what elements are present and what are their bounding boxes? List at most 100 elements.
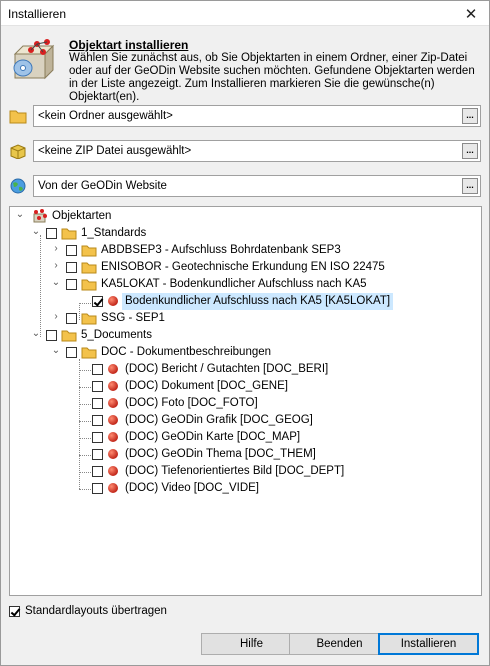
object-type-icon xyxy=(108,398,118,408)
folder-icon xyxy=(61,228,77,240)
standard-layouts-label: Standardlayouts übertragen xyxy=(25,605,167,617)
tree-node-abdbsep3[interactable]: › ABDBSEP3 - Aufschluss Bohrdatenbank SE… xyxy=(50,242,470,259)
tree-connector xyxy=(79,387,91,388)
object-type-icon xyxy=(108,449,118,459)
tree-node-doc-item[interactable]: (DOC) Foto [DOC_FOTO] xyxy=(92,395,472,412)
title-bar: Installieren ✕ xyxy=(1,1,489,26)
web-source-row: Von der GeODin Website ... xyxy=(9,175,481,197)
tree-connector xyxy=(79,421,91,422)
checkbox[interactable] xyxy=(66,313,77,324)
tree-label: ENISOBOR - Geotechnische Erkundung EN IS… xyxy=(101,261,385,273)
zip-field[interactable]: <keine ZIP Datei ausgewählt> ... xyxy=(33,140,481,162)
tree-label: KA5LOKAT - Bodenkundlicher Aufschluss na… xyxy=(101,278,367,290)
zip-source-row: <keine ZIP Datei ausgewählt> ... xyxy=(9,140,481,162)
tree-node-doc-item[interactable]: (DOC) Tiefenorientiertes Bild [DOC_DEPT] xyxy=(92,463,472,480)
tree-node-standards[interactable]: ⌄ 1_Standards xyxy=(30,225,470,242)
tree-node-ka5lokat[interactable]: ⌄ KA5LOKAT - Bodenkundlicher Aufschluss … xyxy=(50,276,470,293)
folder-icon xyxy=(81,279,97,291)
tree-node-ka5lokat-item[interactable]: Bodenkundlicher Aufschluss nach KA5 [KA5… xyxy=(92,293,472,310)
checkbox[interactable] xyxy=(66,279,77,290)
tree-connector xyxy=(79,438,91,439)
tree-node-root[interactable]: ⌄ Objektarten xyxy=(14,208,474,225)
zip-archive-icon xyxy=(10,144,26,159)
object-type-icon xyxy=(108,483,118,493)
tree-node-doc-item[interactable]: (DOC) GeODin Thema [DOC_THEM] xyxy=(92,446,472,463)
standard-layouts-checkbox[interactable] xyxy=(9,606,20,617)
help-button[interactable]: Hilfe xyxy=(201,633,302,655)
tree-node-documents[interactable]: ⌄ 5_Documents xyxy=(30,327,470,344)
collapse-chevron-icon[interactable]: ⌄ xyxy=(50,345,62,359)
cancel-button[interactable]: Beenden xyxy=(289,633,390,655)
object-type-icon xyxy=(108,466,118,476)
tree-node-doc-item[interactable]: (DOC) Bericht / Gutachten [DOC_BERI] xyxy=(92,361,472,378)
checkbox[interactable] xyxy=(92,466,103,477)
tree-label: (DOC) GeODin Karte [DOC_MAP] xyxy=(125,431,301,443)
folder-icon xyxy=(61,330,77,342)
object-type-tree[interactable]: ⌄ Objektarten ⌄ 1_Standards › ABDBSEP3 -… xyxy=(9,206,482,596)
tree-label: (DOC) Dokument [DOC_GENE] xyxy=(125,380,288,392)
expand-chevron-icon[interactable]: › xyxy=(50,260,62,274)
object-type-icon xyxy=(108,415,118,425)
checkbox[interactable] xyxy=(46,228,57,239)
tree-label: (DOC) Foto [DOC_FOTO] xyxy=(125,397,258,409)
checkbox[interactable] xyxy=(92,432,103,443)
tree-label: (DOC) Bericht / Gutachten [DOC_BERI] xyxy=(125,363,329,375)
tree-label: (DOC) Tiefenorientiertes Bild [DOC_DEPT] xyxy=(125,465,345,477)
collapse-chevron-icon[interactable]: ⌄ xyxy=(50,277,62,291)
header-title: Objektart installieren xyxy=(69,38,189,52)
tree-connector xyxy=(79,370,91,371)
expand-chevron-icon[interactable]: › xyxy=(50,243,62,257)
checkbox[interactable] xyxy=(92,364,103,375)
collapse-chevron-icon[interactable]: ⌄ xyxy=(30,328,42,342)
checkbox[interactable] xyxy=(92,398,103,409)
zip-browse-button[interactable]: ... xyxy=(462,143,478,159)
tree-node-doc[interactable]: ⌄ DOC - Dokumentbeschreibungen xyxy=(50,344,470,361)
object-type-icon xyxy=(108,381,118,391)
tree-node-ssg[interactable]: › SSG - SEP1 xyxy=(50,310,470,327)
tree-connector xyxy=(79,489,91,490)
tree-label: 1_Standards xyxy=(81,227,147,239)
tree-node-doc-item[interactable]: (DOC) GeODin Grafik [DOC_GEOG] xyxy=(92,412,472,429)
tree-connector xyxy=(79,472,91,473)
folder-icon xyxy=(81,347,97,359)
install-button[interactable]: Installieren xyxy=(378,633,479,655)
web-field-value: Von der GeODin Website xyxy=(38,180,167,192)
tree-connector xyxy=(79,404,91,405)
expand-chevron-icon[interactable]: › xyxy=(50,311,62,325)
tree-label-selected: Bodenkundlicher Aufschluss nach KA5 [KA5… xyxy=(122,293,394,310)
folder-browse-button[interactable]: ... xyxy=(462,108,478,124)
tree-connector xyxy=(79,303,91,304)
collapse-chevron-icon[interactable]: ⌄ xyxy=(30,226,42,240)
object-type-icon xyxy=(108,296,118,306)
tree-node-enisobor[interactable]: › ENISOBOR - Geotechnische Erkundung EN … xyxy=(50,259,470,276)
header-description: Wählen Sie zunächst aus, ob Sie Objektar… xyxy=(69,52,475,103)
checkbox[interactable] xyxy=(66,245,77,256)
tree-label: Objektarten xyxy=(52,210,112,222)
tree-node-doc-item[interactable]: (DOC) Dokument [DOC_GENE] xyxy=(92,378,472,395)
globe-icon xyxy=(10,178,26,194)
web-field[interactable]: Von der GeODin Website ... xyxy=(33,175,481,197)
object-type-icon xyxy=(108,432,118,442)
tree-connector xyxy=(79,455,91,456)
checkbox-checked[interactable] xyxy=(92,296,103,307)
tree-node-doc-item[interactable]: (DOC) GeODin Karte [DOC_MAP] xyxy=(92,429,472,446)
close-icon[interactable]: ✕ xyxy=(453,1,489,26)
checkbox[interactable] xyxy=(46,330,57,341)
folder-icon xyxy=(9,110,27,124)
tree-label: DOC - Dokumentbeschreibungen xyxy=(101,346,272,358)
checkbox[interactable] xyxy=(92,483,103,494)
collapse-chevron-icon[interactable]: ⌄ xyxy=(14,209,26,223)
tree-label: 5_Documents xyxy=(81,329,152,341)
web-browse-button[interactable]: ... xyxy=(462,178,478,194)
checkbox[interactable] xyxy=(66,262,77,273)
object-types-root-icon xyxy=(33,209,47,223)
folder-source-row: <kein Ordner ausgewählt> ... xyxy=(9,105,481,127)
checkbox[interactable] xyxy=(92,415,103,426)
checkbox[interactable] xyxy=(92,381,103,392)
tree-node-doc-item[interactable]: (DOC) Video [DOC_VIDE] xyxy=(92,480,472,497)
checkbox[interactable] xyxy=(92,449,103,460)
tree-connector xyxy=(79,359,80,489)
folder-field[interactable]: <kein Ordner ausgewählt> ... xyxy=(33,105,481,127)
folder-icon xyxy=(81,245,97,257)
checkbox[interactable] xyxy=(66,347,77,358)
